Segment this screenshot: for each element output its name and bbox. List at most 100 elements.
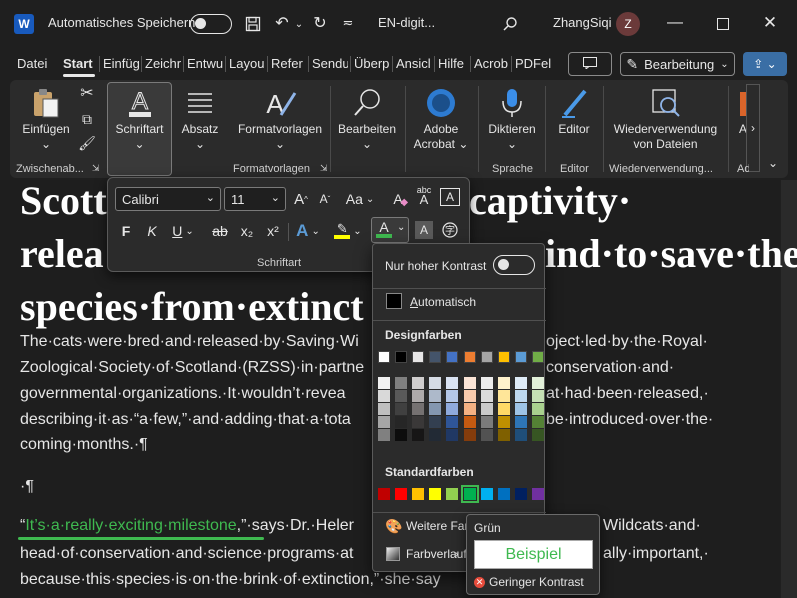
theme-shade-swatch[interactable]: [531, 403, 544, 415]
clipboard-launcher-icon[interactable]: ⇲: [92, 163, 100, 174]
avatar[interactable]: Z: [616, 12, 640, 36]
automatic-color-swatch[interactable]: [386, 293, 402, 309]
enclose-characters-button[interactable]: 字: [440, 219, 460, 241]
customize-quick-access-icon[interactable]: ≂: [340, 12, 356, 34]
edit-mode-button[interactable]: ✎ Bearbeitung ⌄: [620, 52, 735, 76]
italic-button[interactable]: K: [142, 220, 162, 242]
theme-shade-swatch[interactable]: [480, 390, 493, 402]
tab-layout[interactable]: Layou: [229, 56, 265, 71]
clear-formatting-button[interactable]: A ◆: [387, 188, 409, 210]
tab-entwurf[interactable]: Entwu: [187, 56, 223, 71]
theme-shade-swatch[interactable]: [531, 429, 544, 441]
theme-shade-swatch[interactable]: [463, 416, 476, 428]
theme-shade-swatch[interactable]: [395, 403, 408, 415]
document-title[interactable]: EN-digit...: [378, 15, 435, 30]
standard-color-swatch[interactable]: [531, 488, 544, 500]
paragraph-button[interactable]: Absatz ⌄: [175, 86, 225, 152]
theme-shade-swatch[interactable]: [514, 416, 527, 428]
dictate-button[interactable]: Diktieren ⌄: [484, 86, 540, 152]
phonetic-guide-button[interactable]: abc A: [413, 184, 435, 206]
theme-shade-swatch[interactable]: [378, 429, 390, 441]
standard-color-swatch[interactable]: [480, 488, 493, 500]
theme-shade-swatch[interactable]: [463, 390, 476, 402]
strikethrough-button[interactable]: ab: [208, 220, 232, 242]
copy-button[interactable]: ⧉: [76, 112, 98, 127]
theme-shade-swatch[interactable]: [514, 429, 527, 441]
theme-shade-swatch[interactable]: [446, 377, 459, 389]
adobe-acrobat-button[interactable]: Adobe Acrobat ⌄: [408, 86, 474, 152]
subscript-button[interactable]: x₂: [236, 220, 258, 242]
theme-shade-swatch[interactable]: [412, 416, 425, 428]
character-border-button[interactable]: A: [440, 188, 460, 206]
search-icon[interactable]: [500, 14, 520, 34]
share-button[interactable]: ⇪ ⌄: [743, 52, 787, 76]
tab-referenzen[interactable]: Refer: [271, 56, 305, 71]
tab-ansicht[interactable]: Ansicl: [396, 56, 432, 71]
styles-button[interactable]: A Formatvorlagen ⌄: [234, 86, 326, 152]
theme-shade-swatch[interactable]: [463, 429, 476, 441]
standard-color-swatch[interactable]: [412, 488, 425, 500]
theme-shade-swatch[interactable]: [429, 416, 442, 428]
font-size-combobox[interactable]: 11 ⌄: [224, 187, 286, 211]
theme-color-swatch[interactable]: [514, 351, 527, 363]
tab-sendungen[interactable]: Sendu: [312, 56, 348, 71]
theme-shade-swatch[interactable]: [514, 390, 527, 402]
font-name-combobox[interactable]: Calibri ⌄: [115, 187, 221, 211]
reuse-files-button[interactable]: Wiederverwendung von Dateien: [608, 86, 723, 152]
theme-shade-swatch[interactable]: [497, 390, 510, 402]
collapse-ribbon-button[interactable]: ⌄: [764, 156, 782, 174]
theme-shade-swatch[interactable]: [412, 429, 425, 441]
undo-icon[interactable]: ↶: [272, 12, 292, 34]
theme-shade-swatch[interactable]: [378, 416, 390, 428]
theme-shade-swatch[interactable]: [378, 377, 390, 389]
theme-shade-swatch[interactable]: [480, 429, 493, 441]
theme-shade-swatch[interactable]: [531, 416, 544, 428]
font-color-button[interactable]: A ⌄: [371, 217, 409, 243]
styles-launcher-icon[interactable]: ⇲: [320, 163, 328, 174]
theme-shade-swatch[interactable]: [429, 377, 442, 389]
theme-shade-swatch[interactable]: [429, 390, 442, 402]
save-icon[interactable]: [243, 13, 263, 35]
bold-button[interactable]: F: [116, 220, 136, 242]
tab-hilfe[interactable]: Hilfe: [438, 56, 468, 71]
standard-color-swatch[interactable]: [514, 488, 527, 500]
redo-icon[interactable]: ↻: [310, 12, 330, 34]
selected-quote-text[interactable]: It’s·a·really·exciting·milestone: [25, 517, 236, 534]
format-painter-button[interactable]: 🖌: [76, 136, 98, 151]
superscript-button[interactable]: x²: [262, 220, 284, 242]
tab-ueberpruefen[interactable]: Überp: [354, 56, 390, 71]
standard-color-swatch[interactable]: [395, 488, 408, 500]
user-name[interactable]: ZhangSiqi: [553, 15, 612, 30]
underline-button[interactable]: U ⌄: [168, 220, 198, 242]
paste-button[interactable]: Einfügen ⌄: [20, 86, 72, 152]
theme-shade-swatch[interactable]: [395, 429, 408, 441]
theme-color-swatch[interactable]: [480, 351, 493, 363]
ribbon-scroll-right-button[interactable]: ›: [746, 84, 760, 172]
autosave-toggle[interactable]: [190, 14, 232, 34]
theme-color-swatch[interactable]: [531, 351, 544, 363]
maximize-icon[interactable]: [713, 14, 733, 34]
theme-shade-swatch[interactable]: [446, 403, 459, 415]
shrink-font-button[interactable]: Aˇ: [315, 188, 335, 210]
theme-shade-swatch[interactable]: [378, 403, 390, 415]
theme-color-swatch[interactable]: [497, 351, 510, 363]
change-case-button[interactable]: Aa ⌄: [342, 188, 378, 210]
theme-shade-swatch[interactable]: [480, 377, 493, 389]
theme-shade-swatch[interactable]: [497, 429, 510, 441]
theme-shade-swatch[interactable]: [429, 403, 442, 415]
theme-shade-swatch[interactable]: [497, 416, 510, 428]
theme-shade-swatch[interactable]: [395, 377, 408, 389]
tab-pdfelement[interactable]: PDFel: [515, 56, 551, 71]
theme-shade-swatch[interactable]: [412, 377, 425, 389]
theme-shade-swatch[interactable]: [446, 416, 459, 428]
tab-einfuegen[interactable]: Einfüg: [103, 56, 139, 71]
automatic-color-option[interactable]: Automatisch: [410, 295, 476, 309]
theme-shade-swatch[interactable]: [412, 390, 425, 402]
theme-shade-swatch[interactable]: [480, 403, 493, 415]
editor-button[interactable]: Editor: [550, 86, 598, 137]
theme-shade-swatch[interactable]: [412, 403, 425, 415]
theme-color-swatch[interactable]: [429, 351, 442, 363]
theme-shade-swatch[interactable]: [463, 403, 476, 415]
highlight-color-button[interactable]: ✎ ⌄: [331, 220, 365, 242]
theme-color-swatch[interactable]: [446, 351, 459, 363]
